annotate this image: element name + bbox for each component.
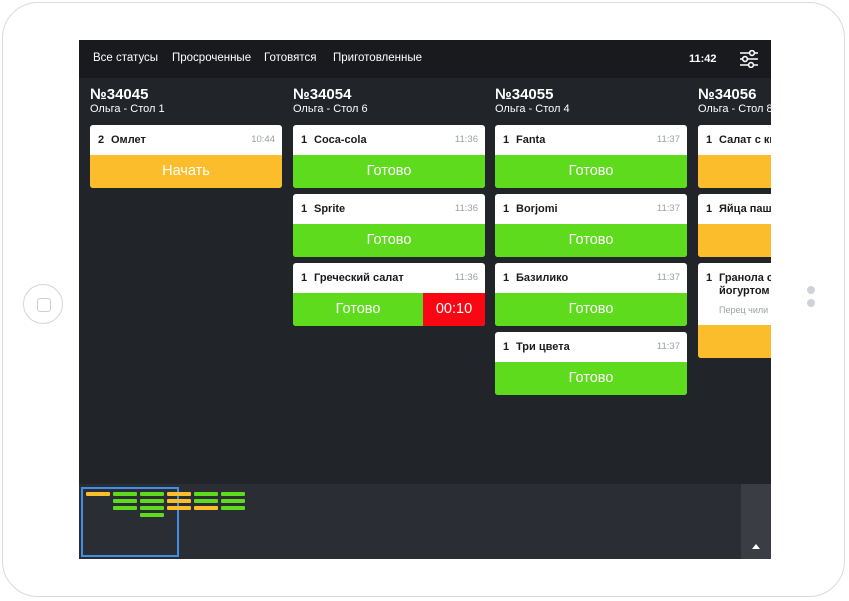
order-item-card: 1 Coca-cola 11:36 Готово <box>293 125 485 188</box>
item-quantity: 1 <box>706 203 713 215</box>
item-time: 11:37 <box>656 134 680 145</box>
item-name: Омлет <box>111 134 146 146</box>
item-quantity: 1 <box>706 134 713 146</box>
top-bar: Все статусы Просроченные Готовятся Приго… <box>79 40 771 78</box>
camera-dot <box>807 299 815 307</box>
overdue-timer: 00:10 <box>423 293 485 326</box>
minimap-item <box>113 492 137 496</box>
order-item-card: 1 Гранола с йогуртом Перец чили Начать <box>698 263 771 358</box>
minimap-item <box>167 492 191 496</box>
item-time: 10:44 <box>251 134 275 145</box>
item-quantity: 1 <box>503 134 510 146</box>
order-waiter-table: Ольга - Стол 8 <box>698 103 771 115</box>
item-name: Греческий салат <box>314 272 404 284</box>
item-name: Borjomi <box>516 203 558 215</box>
minimap-item <box>113 499 137 503</box>
done-button[interactable]: Готово <box>293 224 485 257</box>
order-item-card: 1 Греческий салат 11:36 Готово 00:10 <box>293 263 485 326</box>
order-item-card: 1 Fanta 11:37 Готово <box>495 125 687 188</box>
item-name: Sprite <box>314 203 346 215</box>
item-name: Яйца пашот <box>719 203 771 215</box>
order-item-card: 1 Базилико 11:37 Готово <box>495 263 687 326</box>
item-quantity: 1 <box>301 272 308 284</box>
tab-cooked[interactable]: Приготовленные <box>333 52 422 64</box>
order-item-card: 2 Омлет 10:44 Начать <box>90 125 282 188</box>
item-quantity: 2 <box>98 134 105 146</box>
done-button[interactable]: Готово <box>495 155 687 188</box>
item-quantity: 1 <box>503 341 510 353</box>
done-button[interactable]: Готово <box>495 293 687 326</box>
minimap-item <box>221 506 245 510</box>
item-time: 11:37 <box>656 272 680 283</box>
minimap-item <box>140 499 164 503</box>
done-button[interactable]: Готово <box>293 155 485 188</box>
order-item-card: 1 Sprite 11:36 Готово <box>293 194 485 257</box>
item-note: Перец чили <box>719 305 769 315</box>
order-number: №34054 <box>293 86 352 103</box>
kitchen-display-screen: Все статусы Просроченные Готовятся Приго… <box>79 40 771 559</box>
order-item-card: 1 Borjomi 11:37 Готово <box>495 194 687 257</box>
done-button[interactable]: Готово 00:10 <box>293 293 485 326</box>
minimap-item <box>194 499 218 503</box>
order-number: №34055 <box>495 86 554 103</box>
item-name: Fanta <box>516 134 546 146</box>
minimap-scroll-button[interactable] <box>741 484 771 559</box>
order-number: №34045 <box>90 86 149 103</box>
done-button[interactable]: Готово <box>495 362 687 395</box>
item-name: Гранола с йогуртом <box>719 272 771 297</box>
start-button[interactable]: Начать <box>698 224 771 257</box>
item-name: Салат с кину <box>719 134 771 146</box>
tab-cooking[interactable]: Готовятся <box>264 52 316 64</box>
minimap-item <box>113 506 137 510</box>
minimap-item <box>140 506 164 510</box>
start-button[interactable]: Начать <box>698 325 771 358</box>
clock: 11:42 <box>689 53 717 65</box>
done-button-label: Готово <box>335 301 381 317</box>
item-quantity: 1 <box>301 203 308 215</box>
item-name: Три цвета <box>516 341 570 353</box>
minimap-item <box>194 492 218 496</box>
item-quantity: 1 <box>503 272 510 284</box>
order-item-card: 1 Салат с кину Начать <box>698 125 771 188</box>
order-waiter-table: Ольга - Стол 4 <box>495 103 570 115</box>
order-item-card: 1 Три цвета 11:37 Готово <box>495 332 687 395</box>
tab-overdue[interactable]: Просроченные <box>172 52 251 64</box>
item-time: 11:36 <box>454 272 478 283</box>
order-waiter-table: Ольга - Стол 6 <box>293 103 368 115</box>
sliders-icon[interactable] <box>739 50 759 68</box>
order-waiter-table: Ольга - Стол 1 <box>90 103 165 115</box>
item-quantity: 1 <box>301 134 308 146</box>
order-number: №34056 <box>698 86 757 103</box>
minimap-item <box>221 499 245 503</box>
item-quantity: 1 <box>706 272 713 284</box>
minimap-item <box>167 506 191 510</box>
minimap-item <box>167 499 191 503</box>
tab-all-statuses[interactable]: Все статусы <box>93 52 158 64</box>
item-time: 11:37 <box>656 341 680 352</box>
camera-dot <box>807 286 815 294</box>
order-item-card: 1 Яйца пашот Начать <box>698 194 771 257</box>
orders-board: №34045 Ольга - Стол 1 2 Омлет 10:44 Нача… <box>79 78 771 484</box>
minimap-item <box>194 506 218 510</box>
item-name: Базилико <box>516 272 569 284</box>
minimap-item <box>140 513 164 517</box>
item-time: 11:36 <box>454 134 478 145</box>
start-button[interactable]: Начать <box>90 155 282 188</box>
minimap-item <box>221 492 245 496</box>
item-time: 11:37 <box>656 203 680 214</box>
arrow-up-icon <box>752 544 760 549</box>
done-button[interactable]: Готово <box>495 224 687 257</box>
home-button <box>23 284 63 324</box>
start-button[interactable]: Начать <box>698 155 771 188</box>
item-time: 11:36 <box>454 203 478 214</box>
overview-minimap[interactable] <box>79 484 771 559</box>
item-name: Coca-cola <box>314 134 367 146</box>
item-quantity: 1 <box>503 203 510 215</box>
minimap-viewport[interactable] <box>81 487 179 557</box>
minimap-item <box>140 492 164 496</box>
minimap-item <box>86 492 110 496</box>
